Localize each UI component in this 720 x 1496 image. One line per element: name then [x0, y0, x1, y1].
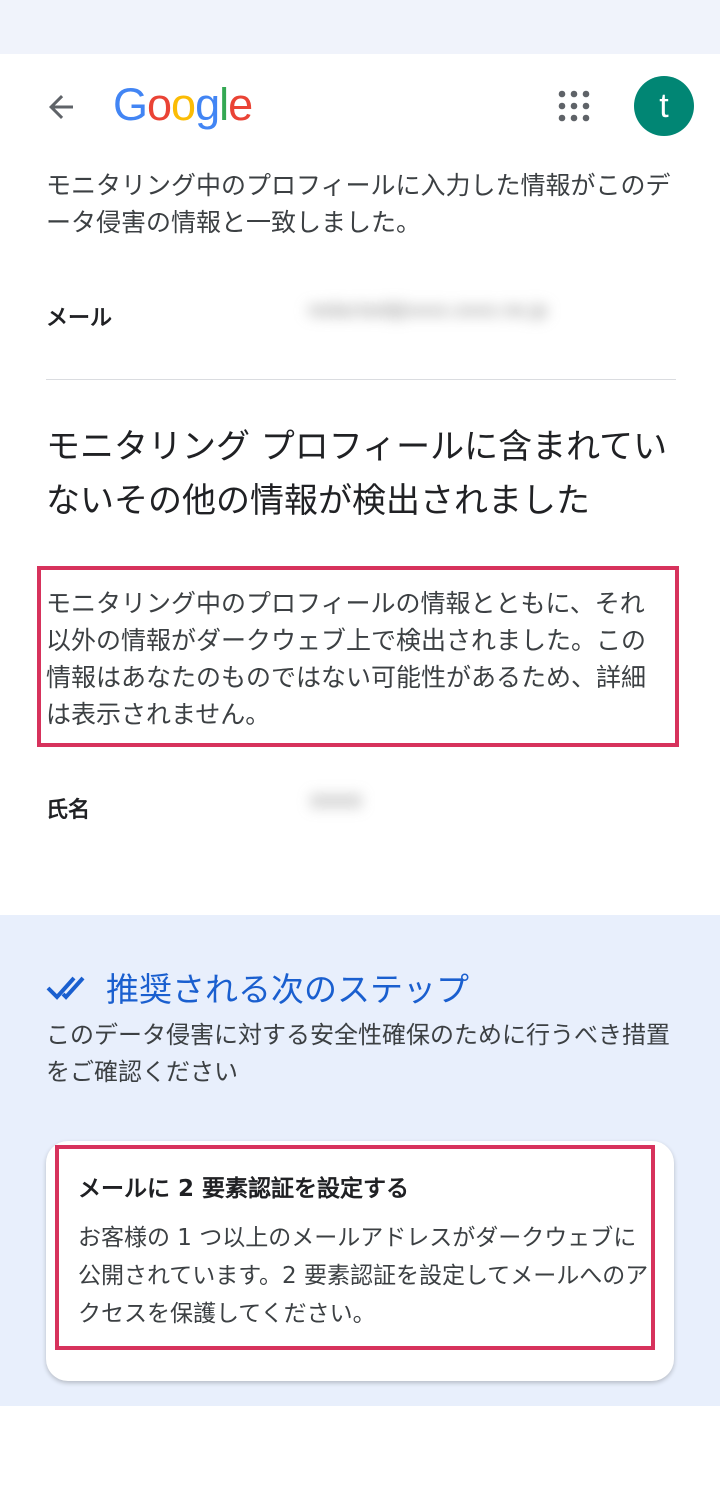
two-factor-card-title: メールに 2 要素認証を設定する — [78, 1176, 410, 1202]
section-divider — [46, 379, 676, 380]
recommended-steps-section: 推奨される次のステップ このデータ侵害に対する安全性確保のために行うべき措置をご… — [0, 915, 720, 1406]
apps-grid-icon — [558, 90, 590, 122]
google-apps-button[interactable] — [552, 84, 596, 128]
google-logo: Google — [113, 79, 253, 131]
status-bar-area — [0, 0, 720, 54]
logo-letter: o — [171, 79, 196, 130]
other-info-description: モニタリング中のプロフィールの情報とともに、それ以外の情報がダークウェブ上で検出… — [46, 589, 647, 729]
logo-letter: l — [219, 79, 229, 130]
breach-match-description: モニタリング中のプロフィールに入力した情報がこのデータ侵害の情報と一致しました。 — [46, 171, 671, 237]
double-check-icon — [46, 976, 85, 1000]
arrow-back-icon — [49, 95, 73, 119]
top-app-bar: Google t — [0, 54, 720, 164]
account-avatar[interactable]: t — [634, 76, 694, 136]
logo-letter: o — [147, 79, 172, 130]
logo-letter: g — [195, 79, 220, 130]
name-label: 氏名 — [46, 798, 91, 823]
recommended-steps-title: 推奨される次のステップ — [106, 970, 469, 1009]
email-value-redacted: redacted@xxxx.xxxx.ne.jp — [308, 300, 548, 321]
recommended-steps-description: このデータ侵害に対する安全性確保のために行うべき措置をご確認ください — [46, 1021, 670, 1086]
back-button[interactable] — [36, 82, 86, 132]
email-label: メール — [46, 306, 113, 331]
recommended-steps-header: 推奨される次のステップ — [46, 963, 469, 1011]
logo-letter: G — [113, 79, 148, 130]
other-info-heading: モニタリング プロフィールに含まれていないその他の情報が検出されました — [46, 427, 668, 521]
name-value-redacted: xxxx — [310, 788, 363, 813]
logo-letter: e — [228, 79, 253, 130]
two-factor-card-description: お客様の 1 つ以上のメールアドレスがダークウェブに公開されています。2 要素認… — [78, 1225, 649, 1327]
two-factor-card[interactable]: メールに 2 要素認証を設定する お客様の 1 つ以上のメールアドレスがダークウ… — [46, 1141, 674, 1381]
